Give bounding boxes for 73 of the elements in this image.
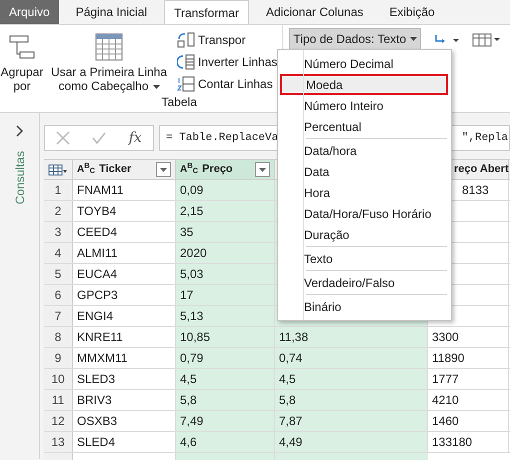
- formula-text: ",Repla: [462, 130, 508, 146]
- group-by-button[interactable]: Agrupar por: [0, 31, 44, 93]
- ribbon-tab[interactable]: Página Inicial: [66, 0, 156, 24]
- table-cell: 5,03: [176, 264, 275, 284]
- filter-dropdown-icon[interactable]: [156, 162, 171, 177]
- menu-item[interactable]: Verdadeiro/Falso: [284, 272, 446, 293]
- ribbon-tab[interactable]: Adicionar Colunas: [256, 0, 372, 24]
- column-title: Ticker: [99, 162, 132, 178]
- column-title: Preço: [202, 162, 233, 178]
- caret-icon: [410, 37, 418, 41]
- table-cell: 0,79: [176, 348, 275, 368]
- check-icon[interactable]: [92, 131, 106, 145]
- caret-icon: [152, 84, 160, 89]
- row-number: 10: [44, 369, 73, 389]
- expand-icon[interactable]: [16, 125, 24, 137]
- row-number: 2: [44, 201, 73, 221]
- table-cell: 5,13: [176, 306, 275, 326]
- ribbon-tab[interactable]: Transformar: [164, 0, 249, 24]
- menu-item[interactable]: Número Inteiro: [284, 95, 446, 116]
- table-cell: 17: [176, 285, 275, 305]
- table-cell: 5,8: [275, 390, 428, 410]
- transpose-icon: [177, 32, 195, 48]
- table-cell: 10,85: [176, 327, 275, 347]
- table-cell: 7,87: [275, 411, 428, 431]
- row-number: 8: [44, 327, 73, 347]
- table-cell: 7,49: [176, 411, 275, 431]
- pivot-icon: [471, 33, 502, 47]
- row-number: 6: [44, 285, 73, 305]
- menu-item[interactable]: Texto: [284, 248, 446, 269]
- menu-item[interactable]: Binário: [284, 296, 446, 317]
- table-cell: 4,5: [176, 369, 275, 389]
- table-icon: [94, 31, 124, 63]
- ribbon-small-button[interactable]: Inverter Linhas: [176, 53, 278, 71]
- row-number: 12: [44, 411, 73, 431]
- menu-item[interactable]: Número Decimal: [284, 53, 446, 74]
- row-number: 1: [44, 180, 73, 200]
- menu-item[interactable]: Moeda: [280, 74, 448, 95]
- function-label[interactable]: fx: [128, 128, 142, 148]
- ribbon-tab[interactable]: Exibição: [380, 0, 444, 24]
- ribbon-small-button[interactable]: Transpor: [176, 31, 278, 49]
- row-number: 3: [44, 222, 73, 242]
- row-number: 13: [44, 432, 73, 452]
- column-header[interactable]: A$^{B}$$_{C}$ Ticker: [73, 160, 176, 179]
- row-number: 5: [44, 264, 73, 284]
- table-cell: 4,6: [176, 432, 275, 452]
- table-cell: 2020: [176, 243, 275, 263]
- table-cell: 5,8: [176, 390, 275, 410]
- table-cell: 11,38: [275, 327, 428, 347]
- filter-dropdown-icon[interactable]: [255, 162, 270, 177]
- reverse-rows-icon: [177, 54, 195, 70]
- table-cell: 35: [176, 222, 275, 242]
- use-first-row-as-headers-button[interactable]: Usar a Primeira Linha como Cabeçalho: [47, 31, 171, 93]
- group-label: Tabela: [162, 94, 197, 111]
- menu-item[interactable]: Duração: [284, 224, 446, 245]
- formula-text: = Table.ReplaceVa: [166, 130, 278, 146]
- table-cell: 2,15: [176, 201, 275, 221]
- column-header[interactable]: A$^{B}$$_{C}$ Preço: [176, 160, 275, 179]
- count-rows-icon: [177, 76, 195, 92]
- column-title: reço Abert: [454, 162, 509, 178]
- table-cell: 0,74: [275, 348, 428, 368]
- row-number: 9: [44, 348, 73, 368]
- queries-panel-label[interactable]: Consultas: [10, 151, 28, 204]
- row-number: 7: [44, 306, 73, 326]
- table-cell: 4,5: [275, 369, 428, 389]
- row-number: 4: [44, 243, 73, 263]
- data-type-dropdown[interactable]: Tipo de Dados: Texto: [289, 28, 422, 50]
- table-cell: 4,49: [275, 432, 428, 452]
- menu-item[interactable]: Data/Hora/Fuso Horário: [284, 203, 446, 224]
- ribbon-small-button[interactable]: Contar Linhas: [176, 75, 278, 93]
- table-icon: [48, 164, 68, 176]
- table-cell: 0,09: [176, 180, 275, 200]
- row-number: 11: [44, 390, 73, 410]
- file-tab[interactable]: Arquivo: [0, 0, 59, 24]
